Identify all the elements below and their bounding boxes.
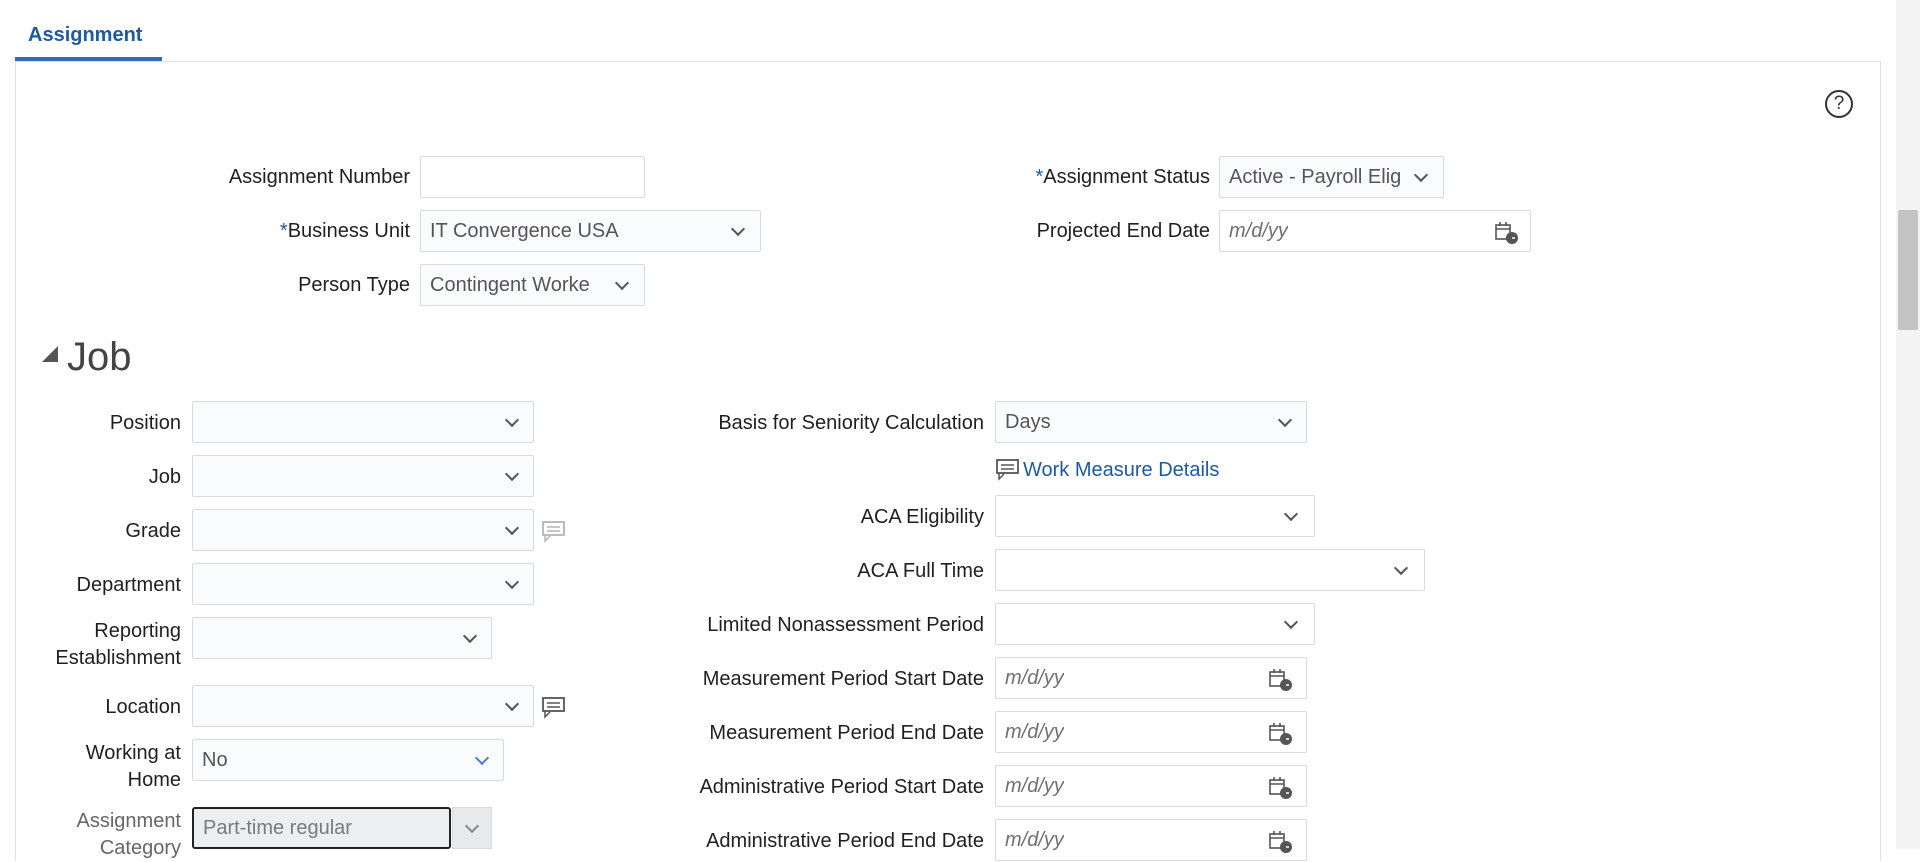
aca-full-time-label: ACA Full Time (857, 560, 984, 582)
chevron-down-icon (1413, 167, 1429, 183)
chevron-down-icon (1283, 506, 1299, 522)
assignment-category-label: Assignment Category (76, 810, 182, 859)
position-select[interactable] (192, 401, 534, 443)
reporting-establishment-label: Reporting Establishment (55, 620, 181, 669)
chevron-down-icon (504, 696, 520, 712)
location-label: Location (105, 696, 181, 718)
calendar-icon[interactable] (1268, 668, 1294, 692)
vertical-scrollbar[interactable] (1896, 0, 1920, 849)
aca-full-time-select[interactable] (995, 549, 1425, 591)
chevron-down-icon (474, 750, 490, 766)
chevron-down-icon (462, 628, 478, 644)
collapse-triangle-icon[interactable] (42, 346, 58, 362)
working-at-home-label: Working at Home (85, 742, 181, 791)
person-type-select[interactable]: Contingent Worke (420, 264, 645, 306)
basis-seniority-label: Basis for Seniority Calculation (718, 412, 984, 434)
chevron-down-icon (504, 466, 520, 482)
calendar-icon[interactable] (1268, 830, 1294, 854)
chevron-down-icon (1283, 614, 1299, 630)
admin-end-input[interactable]: m/d/yy (995, 819, 1307, 861)
chevron-down-icon (1393, 560, 1409, 576)
chevron-down-icon (504, 412, 520, 428)
grade-select[interactable] (192, 509, 534, 551)
location-select[interactable] (192, 685, 534, 727)
measurement-end-label: Measurement Period End Date (709, 722, 984, 744)
assignment-status-label: *Assignment Status (1035, 166, 1210, 188)
calendar-icon[interactable] (1494, 221, 1520, 245)
reporting-establishment-select[interactable] (192, 617, 492, 659)
assignment-category-dropdown-button (452, 807, 492, 849)
business-unit-select[interactable]: IT Convergence USA (420, 210, 761, 252)
limited-nonassessment-label: Limited Nonassessment Period (707, 614, 984, 636)
tab-assignment[interactable]: Assignment (28, 24, 142, 47)
assignment-category-field: Part-time regular (192, 807, 451, 849)
admin-start-input[interactable]: m/d/yy (995, 765, 1307, 807)
location-details-icon[interactable] (542, 697, 566, 719)
chevron-down-icon (614, 275, 630, 291)
job-label: Job (148, 466, 181, 488)
person-type-label: Person Type (298, 274, 410, 296)
chevron-down-icon (464, 818, 480, 834)
position-label: Position (109, 412, 181, 434)
calendar-icon[interactable] (1268, 722, 1294, 746)
measurement-end-input[interactable]: m/d/yy (995, 711, 1307, 753)
department-select[interactable] (192, 563, 534, 605)
aca-eligibility-select[interactable] (995, 495, 1315, 537)
scrollbar-thumb[interactable] (1898, 210, 1918, 330)
basis-seniority-select[interactable]: Days (995, 401, 1307, 443)
aca-eligibility-label: ACA Eligibility (860, 506, 984, 528)
working-at-home-select[interactable]: No (192, 739, 504, 781)
assignment-number-input[interactable] (420, 156, 645, 198)
details-icon[interactable] (996, 459, 1020, 481)
admin-end-label: Administrative Period End Date (706, 830, 984, 852)
projected-end-date-input[interactable]: m/d/yy (1219, 210, 1531, 252)
calendar-icon[interactable] (1268, 776, 1294, 800)
admin-start-label: Administrative Period Start Date (699, 776, 984, 798)
limited-nonassessment-select[interactable] (995, 603, 1315, 645)
help-icon[interactable]: ? (1825, 90, 1853, 118)
chevron-down-icon (504, 520, 520, 536)
measurement-start-label: Measurement Period Start Date (702, 668, 984, 690)
grade-details-icon[interactable] (542, 521, 566, 543)
grade-label: Grade (125, 520, 181, 542)
department-label: Department (76, 574, 182, 596)
chevron-down-icon (504, 574, 520, 590)
work-measure-details-link[interactable]: Work Measure Details (1023, 457, 1219, 484)
projected-end-date-label: Projected End Date (1036, 220, 1210, 242)
chevron-down-icon (1277, 412, 1293, 428)
job-select[interactable] (192, 455, 534, 497)
assignment-number-label: Assignment Number (228, 166, 410, 188)
chevron-down-icon (730, 221, 746, 237)
job-section-title: Job (67, 335, 132, 379)
assignment-status-select[interactable]: Active - Payroll Elig (1219, 156, 1444, 198)
measurement-start-input[interactable]: m/d/yy (995, 657, 1307, 699)
business-unit-label: *Business Unit (279, 220, 410, 242)
